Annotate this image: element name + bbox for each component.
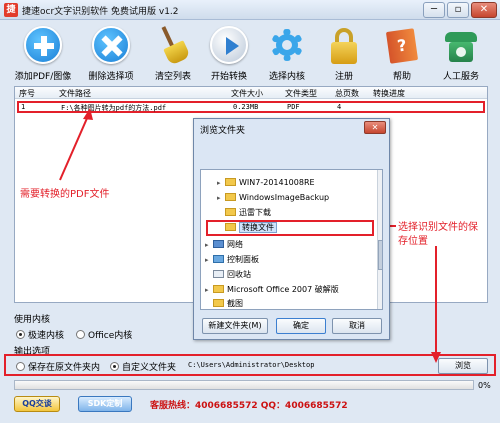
- radio-office-kernel[interactable]: [76, 330, 85, 339]
- radio-fast-kernel[interactable]: [16, 330, 25, 339]
- radio-original-folder[interactable]: [16, 362, 25, 371]
- tree-item-office-2007[interactable]: ▸ Microsoft Office 2007 破解版: [205, 283, 339, 297]
- tree-item-label: WindowsImageBackup: [239, 193, 330, 202]
- expander-icon[interactable]: ▸: [205, 283, 213, 297]
- cancel-button[interactable]: 取消: [332, 318, 382, 334]
- ok-button[interactable]: 确定: [276, 318, 326, 334]
- tree-item-label: 转换文件: [239, 222, 277, 233]
- folder-icon: [225, 208, 236, 216]
- expander-icon[interactable]: ▸: [205, 238, 213, 252]
- tree-item-convert-folder[interactable]: 转换文件: [206, 220, 374, 236]
- tree-item-label: Microsoft Office 2007 破解版: [227, 285, 339, 294]
- output-option-original-folder[interactable]: 保存在原文件夹内: [16, 360, 100, 373]
- output-option-custom-label: 自定义文件夹: [122, 363, 177, 373]
- browse-button[interactable]: 浏览: [438, 358, 488, 374]
- output-option-custom-folder[interactable]: 自定义文件夹: [110, 360, 176, 373]
- output-path: C:\Users\Administrator\Desktop: [188, 361, 315, 369]
- control-panel-icon: [213, 255, 224, 263]
- tree-item-label: 回收站: [227, 270, 251, 279]
- save-location-annotation-line2: 存位置: [398, 236, 428, 247]
- expander-icon[interactable]: ▸: [205, 253, 213, 267]
- tree-item-recycle-bin[interactable]: 回收站: [205, 268, 251, 282]
- folder-tree[interactable]: ▸ WIN7-20141008RE ▸ WindowsImageBackup 迅雷下…: [200, 169, 383, 310]
- radio-custom-folder[interactable]: [110, 362, 119, 371]
- qq-chat-button[interactable]: QQ交谈: [14, 396, 60, 412]
- dialog-title: 浏览文件夹: [200, 126, 246, 136]
- folder-icon: [213, 285, 224, 293]
- scrollbar-thumb[interactable]: [378, 240, 382, 270]
- folder-icon: [225, 223, 236, 231]
- folder-icon: [225, 193, 236, 201]
- dialog-close-button[interactable]: ✕: [364, 121, 386, 134]
- new-folder-button[interactable]: 新建文件夹(M): [202, 318, 268, 334]
- folder-icon: [225, 178, 236, 186]
- recycle-bin-icon: [213, 270, 224, 278]
- tree-item-screenshots[interactable]: 截图: [205, 297, 243, 309]
- hotline-text: 客服热线：4006685572 QQ：4006685572: [150, 401, 348, 411]
- folder-icon: [213, 299, 224, 307]
- tree-item-win7[interactable]: ▸ WIN7-20141008RE: [217, 176, 315, 190]
- output-option-original-label: 保存在原文件夹内: [28, 363, 101, 373]
- sdk-custom-button[interactable]: SDK定制: [78, 396, 132, 412]
- tree-item-network[interactable]: ▸ 网络: [205, 238, 243, 252]
- expander-icon[interactable]: ▸: [217, 191, 225, 205]
- kernel-option-fast[interactable]: 极速内核: [16, 328, 64, 341]
- kernel-option-fast-label: 极速内核: [28, 331, 65, 341]
- browse-folder-dialog: 浏览文件夹 ✕ ▸ WIN7-20141008RE ▸ WindowsImageBa…: [193, 118, 390, 340]
- tree-item-xunlei[interactable]: 迅雷下载: [217, 206, 271, 220]
- kernel-option-office[interactable]: Office内核: [76, 328, 132, 341]
- progress-percent: 0%: [478, 381, 491, 390]
- tree-item-label: 迅雷下载: [239, 208, 271, 217]
- tree-scrollbar[interactable]: [377, 170, 382, 309]
- network-icon: [213, 240, 224, 248]
- tree-item-label: 控制面板: [227, 255, 259, 264]
- tree-item-label: 网络: [227, 240, 243, 249]
- expander-icon[interactable]: ▸: [217, 176, 225, 190]
- save-location-annotation-line1: 选择识别文件的保: [398, 222, 478, 233]
- tree-item-label: 截图: [227, 299, 243, 308]
- kernel-section-label: 使用内核: [14, 315, 51, 325]
- conversion-progress-bar: [14, 380, 474, 390]
- tree-item-control-panel[interactable]: ▸ 控制面板: [205, 253, 259, 267]
- tree-item-label: WIN7-20141008RE: [239, 178, 315, 187]
- kernel-option-office-label: Office内核: [88, 331, 133, 341]
- tree-item-windowsimagebackup[interactable]: ▸ WindowsImageBackup: [217, 191, 329, 205]
